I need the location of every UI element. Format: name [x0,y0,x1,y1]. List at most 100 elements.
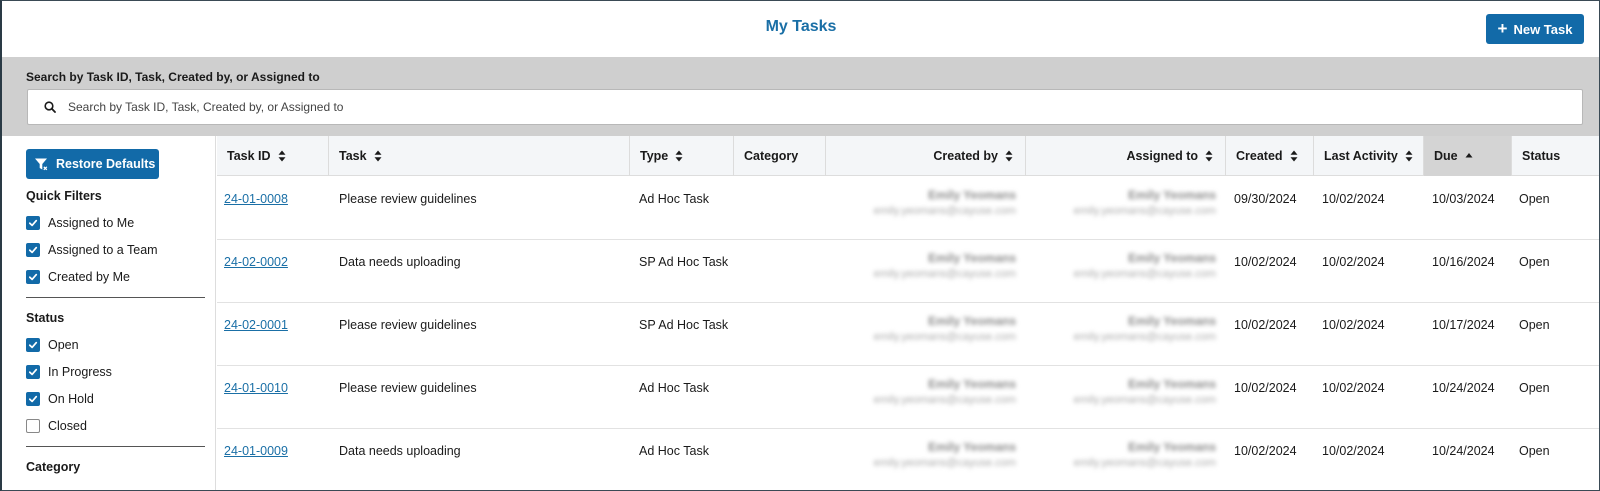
filter-option-label: Open [48,338,79,352]
column-header-assigned-to[interactable]: Assigned to [1026,136,1226,176]
person-email: emily.yeomans@cayuse.com [873,331,1016,343]
column-header-label: Created [1236,149,1283,163]
check-icon [28,395,38,403]
check-icon [28,246,38,254]
table-row[interactable]: 24-01-0010 Please review guidelines Ad Hoc… [217,365,1599,429]
quick-filters-heading: Quick Filters [26,189,102,203]
created-by-cell: Emily Yeomans emily.yeomans@cayuse.com [826,377,1016,406]
person-email: emily.yeomans@cayuse.com [873,394,1016,406]
due-cell: 10/24/2024 [1432,381,1495,395]
created-by-cell: Emily Yeomans emily.yeomans@cayuse.com [826,314,1016,343]
checkbox-checked[interactable] [26,270,40,284]
person-name: Emily Yeomans [1128,188,1216,202]
created-cell: 10/02/2024 [1234,381,1297,395]
task-cell: Data needs uploading [339,444,461,458]
filter-option[interactable]: In Progress [26,365,112,379]
person-name: Emily Yeomans [928,314,1016,328]
checkbox-unchecked[interactable] [26,419,40,433]
filter-option[interactable]: Created by Me [26,270,130,284]
last-activity-cell: 10/02/2024 [1322,255,1385,269]
due-cell: 10/03/2024 [1432,192,1495,206]
search-input[interactable] [68,90,1568,124]
filter-option[interactable]: Closed [26,419,87,433]
person-name: Emily Yeomans [928,251,1016,265]
sort-arrows-icon [1005,150,1013,162]
person-name: Emily Yeomans [928,440,1016,454]
assigned-to-cell: Emily Yeomans emily.yeomans@cayuse.com [1026,188,1216,217]
person-name: Emily Yeomans [1128,251,1216,265]
person-email: emily.yeomans@cayuse.com [873,205,1016,217]
table-row[interactable]: 24-01-0009 Data needs uploading Ad Hoc Tas… [217,428,1599,490]
sort-arrows-icon [278,150,286,162]
task-cell: Please review guidelines [339,381,477,395]
status-cell: Open [1519,318,1550,332]
checkbox-checked[interactable] [26,243,40,257]
checkbox-checked[interactable] [26,365,40,379]
created-cell: 10/02/2024 [1234,444,1297,458]
column-header-task[interactable]: Task [329,136,630,176]
column-header-label: Category [744,149,799,163]
task-id-link[interactable]: 24-02-0002 [224,255,288,269]
column-header-created[interactable]: Created [1226,136,1314,176]
last-activity-cell: 10/02/2024 [1322,444,1385,458]
task-cell: Please review guidelines [339,318,477,332]
column-header-created-by[interactable]: Created by [826,136,1026,176]
table-row[interactable]: 24-02-0002 Data needs uploading SP Ad Hoc … [217,239,1599,303]
check-icon [28,341,38,349]
column-header-task-id[interactable]: Task ID [217,136,329,176]
filter-option-label: Assigned to Me [48,216,135,230]
filter-option[interactable]: Assigned to Me [26,216,134,230]
task-id-link[interactable]: 24-02-0001 [224,318,288,332]
new-task-button[interactable]: + New Task [1486,14,1584,44]
due-cell: 10/24/2024 [1432,444,1495,458]
filter-option-label: On Hold [48,392,94,406]
column-header-type[interactable]: Type [630,136,734,176]
category-heading: Category [26,460,81,474]
created-by-cell: Emily Yeomans emily.yeomans@cayuse.com [826,188,1016,217]
person-name: Emily Yeomans [928,377,1016,391]
table-row[interactable]: 24-02-0001 Please review guidelines SP Ad … [217,302,1599,366]
person-name: Emily Yeomans [1128,314,1216,328]
column-header-label: Last Activity [1324,149,1398,163]
tasks-table: Task ID Task Type Category Created by Assigne… [217,136,1599,490]
checkbox-checked[interactable] [26,216,40,230]
column-header-label: Status [1522,149,1561,163]
person-email: emily.yeomans@cayuse.com [873,457,1016,469]
restore-defaults-button[interactable]: Restore Defaults [26,149,159,179]
status-cell: Open [1519,381,1550,395]
column-header-status[interactable]: Status [1512,136,1599,176]
column-header-last-activity[interactable]: Last Activity [1314,136,1424,176]
column-header-category[interactable]: Category [734,136,826,176]
person-email: emily.yeomans@cayuse.com [1073,331,1216,343]
restore-defaults-label: Restore Defaults [56,157,156,171]
task-cell: Data needs uploading [339,255,461,269]
task-id-link[interactable]: 24-01-0009 [224,444,288,458]
filter-option[interactable]: On Hold [26,392,94,406]
person-email: emily.yeomans@cayuse.com [873,268,1016,280]
person-email: emily.yeomans@cayuse.com [1073,268,1216,280]
table-header: Task ID Task Type Category Created by Assigne… [217,136,1599,176]
task-id-link[interactable]: 24-01-0008 [224,192,288,206]
page-header: My Tasks + New Task [2,1,1599,57]
checkbox-checked[interactable] [26,392,40,406]
filter-option[interactable]: Assigned to a Team [26,243,158,257]
sort-arrows-icon [1290,150,1298,162]
checkbox-checked[interactable] [26,338,40,352]
column-header-due[interactable]: Due [1424,136,1512,176]
filter-reset-icon [35,158,48,171]
assigned-to-cell: Emily Yeomans emily.yeomans@cayuse.com [1026,314,1216,343]
search-box[interactable] [27,89,1583,125]
column-header-label: Task ID [227,149,271,163]
check-icon [28,273,38,281]
due-cell: 10/16/2024 [1432,255,1495,269]
filter-option-label: Assigned to a Team [48,243,158,257]
search-label: Search by Task ID, Task, Created by, or … [26,70,320,84]
task-id-link[interactable]: 24-01-0010 [224,381,288,395]
person-name: Emily Yeomans [1128,377,1216,391]
filter-option[interactable]: Open [26,338,79,352]
filter-sidebar: Restore Defaults Quick Filters Assigned … [2,136,216,490]
sort-arrows-icon [374,150,382,162]
table-row[interactable]: 24-01-0008 Please review guidelines Ad Hoc… [217,176,1599,240]
type-cell: SP Ad Hoc Task [639,318,729,332]
type-cell: Ad Hoc Task [639,444,709,458]
